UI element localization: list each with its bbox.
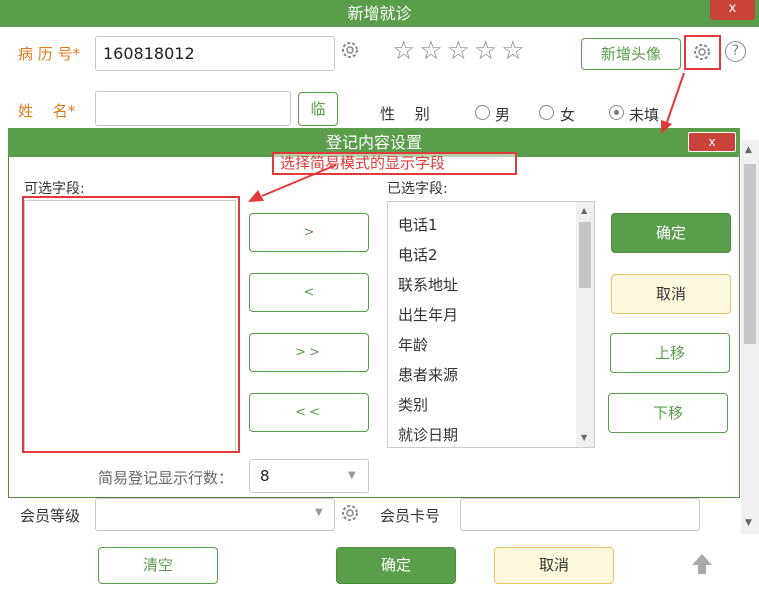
arrow-to-dialog — [665, 72, 685, 126]
annotation-arrows — [248, 72, 685, 202]
arrowhead-icon — [248, 190, 264, 202]
arrowhead-icon — [661, 120, 672, 134]
arrow-to-list — [261, 164, 337, 197]
